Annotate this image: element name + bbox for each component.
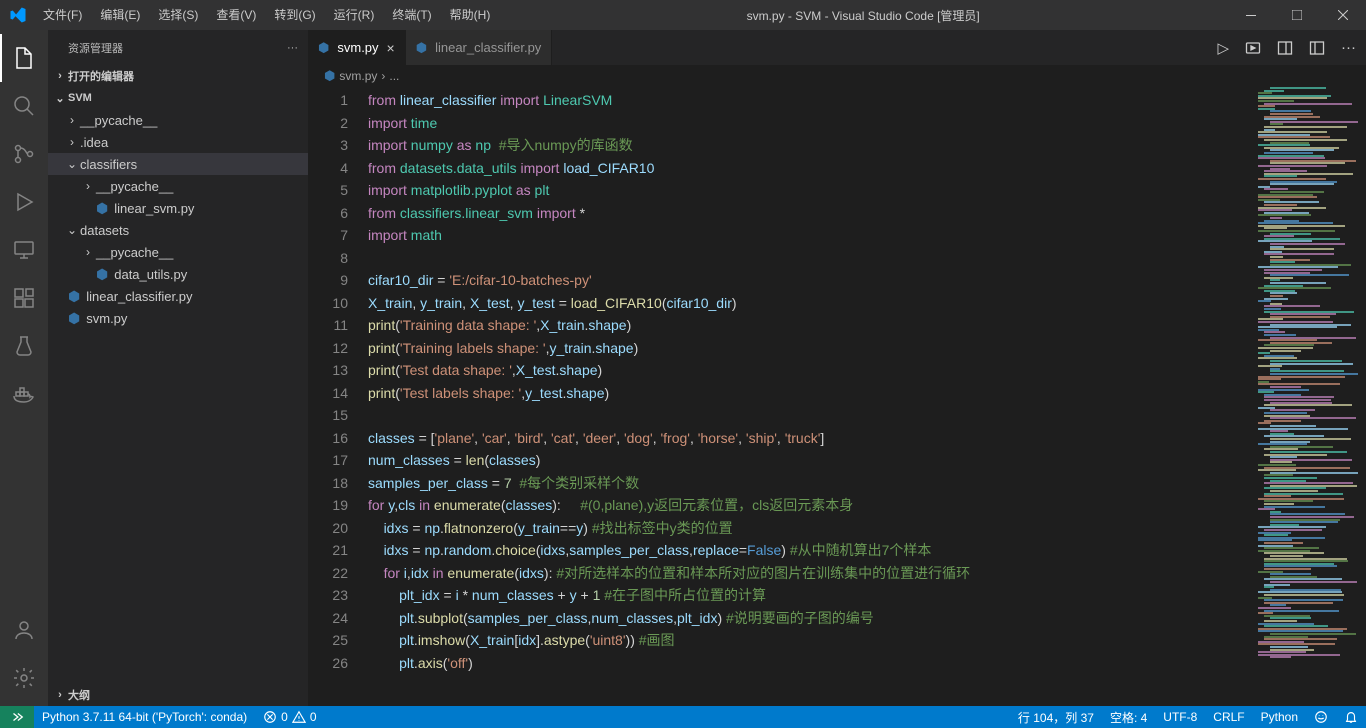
python-file-icon: ⬢	[96, 200, 108, 217]
layout-icon[interactable]	[1309, 40, 1325, 56]
python-file-icon: ⬢	[96, 266, 108, 283]
file-linear-svm[interactable]: ⬢linear_svm.py	[48, 197, 308, 219]
file-data-utils[interactable]: ⬢data_utils.py	[48, 263, 308, 285]
title-bar: 文件(F) 编辑(E) 选择(S) 查看(V) 转到(G) 运行(R) 终端(T…	[0, 0, 1366, 30]
python-interpreter[interactable]: Python 3.7.11 64-bit ('PyTorch': conda)	[34, 706, 255, 728]
folder-idea[interactable]: ›.idea	[48, 131, 308, 153]
remote-button[interactable]	[0, 706, 34, 728]
outline-section[interactable]: ›大纲	[48, 684, 308, 706]
window-controls	[1228, 0, 1366, 30]
problems-button[interactable]: 0 0	[255, 706, 324, 728]
close-button[interactable]	[1320, 0, 1366, 30]
vscode-logo-icon	[0, 6, 35, 24]
close-tab-icon[interactable]: ×	[387, 40, 395, 56]
file-svm[interactable]: ⬢svm.py	[48, 307, 308, 329]
editor-actions: ▷ ···	[1217, 30, 1366, 65]
maximize-button[interactable]	[1274, 0, 1320, 30]
cursor-position[interactable]: 行 104，列 37	[1010, 706, 1102, 728]
tab-label: svm.py	[337, 40, 378, 55]
python-file-icon: ⬢	[324, 68, 335, 84]
testing-icon[interactable]	[0, 322, 48, 370]
language-button[interactable]: Python	[1253, 706, 1306, 728]
editor-tabs: ⬢ svm.py × ⬢ linear_classifier.py ▷ ···	[308, 30, 1366, 65]
source-control-icon[interactable]	[0, 130, 48, 178]
sidebar-header: 资源管理器 ···	[48, 30, 308, 65]
python-file-icon: ⬢	[416, 40, 427, 56]
indent-button[interactable]: 空格: 4	[1102, 706, 1155, 728]
folder-classifiers-pycache[interactable]: ›__pycache__	[48, 175, 308, 197]
project-section[interactable]: ⌄SVM	[48, 87, 308, 109]
eol-button[interactable]: CRLF	[1205, 706, 1252, 728]
docker-icon[interactable]	[0, 370, 48, 418]
menu-selection[interactable]: 选择(S)	[150, 0, 206, 30]
folder-pycache[interactable]: ›__pycache__	[48, 109, 308, 131]
menu-file[interactable]: 文件(F)	[35, 0, 90, 30]
tab-linear-classifier[interactable]: ⬢ linear_classifier.py	[406, 30, 553, 65]
split-right-icon[interactable]	[1277, 40, 1293, 56]
menu-bar: 文件(F) 编辑(E) 选择(S) 查看(V) 转到(G) 运行(R) 终端(T…	[35, 0, 498, 30]
code-editor[interactable]: from linear_classifier import LinearSVMi…	[368, 87, 1256, 706]
minimize-button[interactable]	[1228, 0, 1274, 30]
menu-help[interactable]: 帮助(H)	[442, 0, 499, 30]
tab-svm[interactable]: ⬢ svm.py ×	[308, 30, 406, 65]
python-file-icon: ⬢	[318, 40, 329, 56]
breadcrumb[interactable]: ⬢ svm.py › ...	[308, 65, 1366, 87]
more-icon[interactable]: ···	[287, 42, 298, 54]
menu-go[interactable]: 转到(G)	[266, 0, 323, 30]
tab-label: linear_classifier.py	[435, 40, 541, 55]
open-editors-section[interactable]: ›打开的编辑器	[48, 65, 308, 87]
editor-area: ⬢ svm.py × ⬢ linear_classifier.py ▷ ··· …	[308, 30, 1366, 706]
run-debug-icon[interactable]	[0, 178, 48, 226]
activity-bar	[0, 30, 48, 706]
extensions-icon[interactable]	[0, 274, 48, 322]
accounts-icon[interactable]	[0, 606, 48, 654]
file-tree: ›__pycache__ ›.idea ⌄classifiers ›__pyca…	[48, 109, 308, 684]
folder-datasets[interactable]: ⌄datasets	[48, 219, 308, 241]
settings-icon[interactable]	[0, 654, 48, 702]
status-bar: Python 3.7.11 64-bit ('PyTorch': conda) …	[0, 706, 1366, 728]
menu-run[interactable]: 运行(R)	[326, 0, 383, 30]
menu-terminal[interactable]: 终端(T)	[384, 0, 439, 30]
notifications-icon[interactable]	[1336, 706, 1366, 728]
feedback-icon[interactable]	[1306, 706, 1336, 728]
explorer-icon[interactable]	[0, 34, 48, 82]
python-file-icon: ⬢	[68, 310, 80, 327]
line-numbers: 1234567891011121314151617181920212223242…	[308, 87, 368, 706]
menu-view[interactable]: 查看(V)	[208, 0, 264, 30]
encoding-button[interactable]: UTF-8	[1155, 706, 1205, 728]
more-icon[interactable]: ···	[1341, 39, 1356, 56]
file-linear-classifier[interactable]: ⬢linear_classifier.py	[48, 285, 308, 307]
remote-explorer-icon[interactable]	[0, 226, 48, 274]
explorer-sidebar: 资源管理器 ··· ›打开的编辑器 ⌄SVM ›__pycache__ ›.id…	[48, 30, 308, 706]
python-file-icon: ⬢	[68, 288, 80, 305]
folder-classifiers[interactable]: ⌄classifiers	[48, 153, 308, 175]
menu-edit[interactable]: 编辑(E)	[92, 0, 148, 30]
play-last-icon[interactable]	[1245, 40, 1261, 56]
folder-datasets-pycache[interactable]: ›__pycache__	[48, 241, 308, 263]
sidebar-title: 资源管理器	[68, 40, 123, 56]
breadcrumb-more: ...	[389, 69, 399, 83]
search-icon[interactable]	[0, 82, 48, 130]
run-icon[interactable]: ▷	[1217, 39, 1229, 57]
chevron-right-icon: ›	[381, 69, 385, 83]
window-title: svm.py - SVM - Visual Studio Code [管理员]	[498, 7, 1228, 24]
minimap[interactable]	[1256, 87, 1366, 706]
breadcrumb-file: svm.py	[339, 69, 377, 83]
